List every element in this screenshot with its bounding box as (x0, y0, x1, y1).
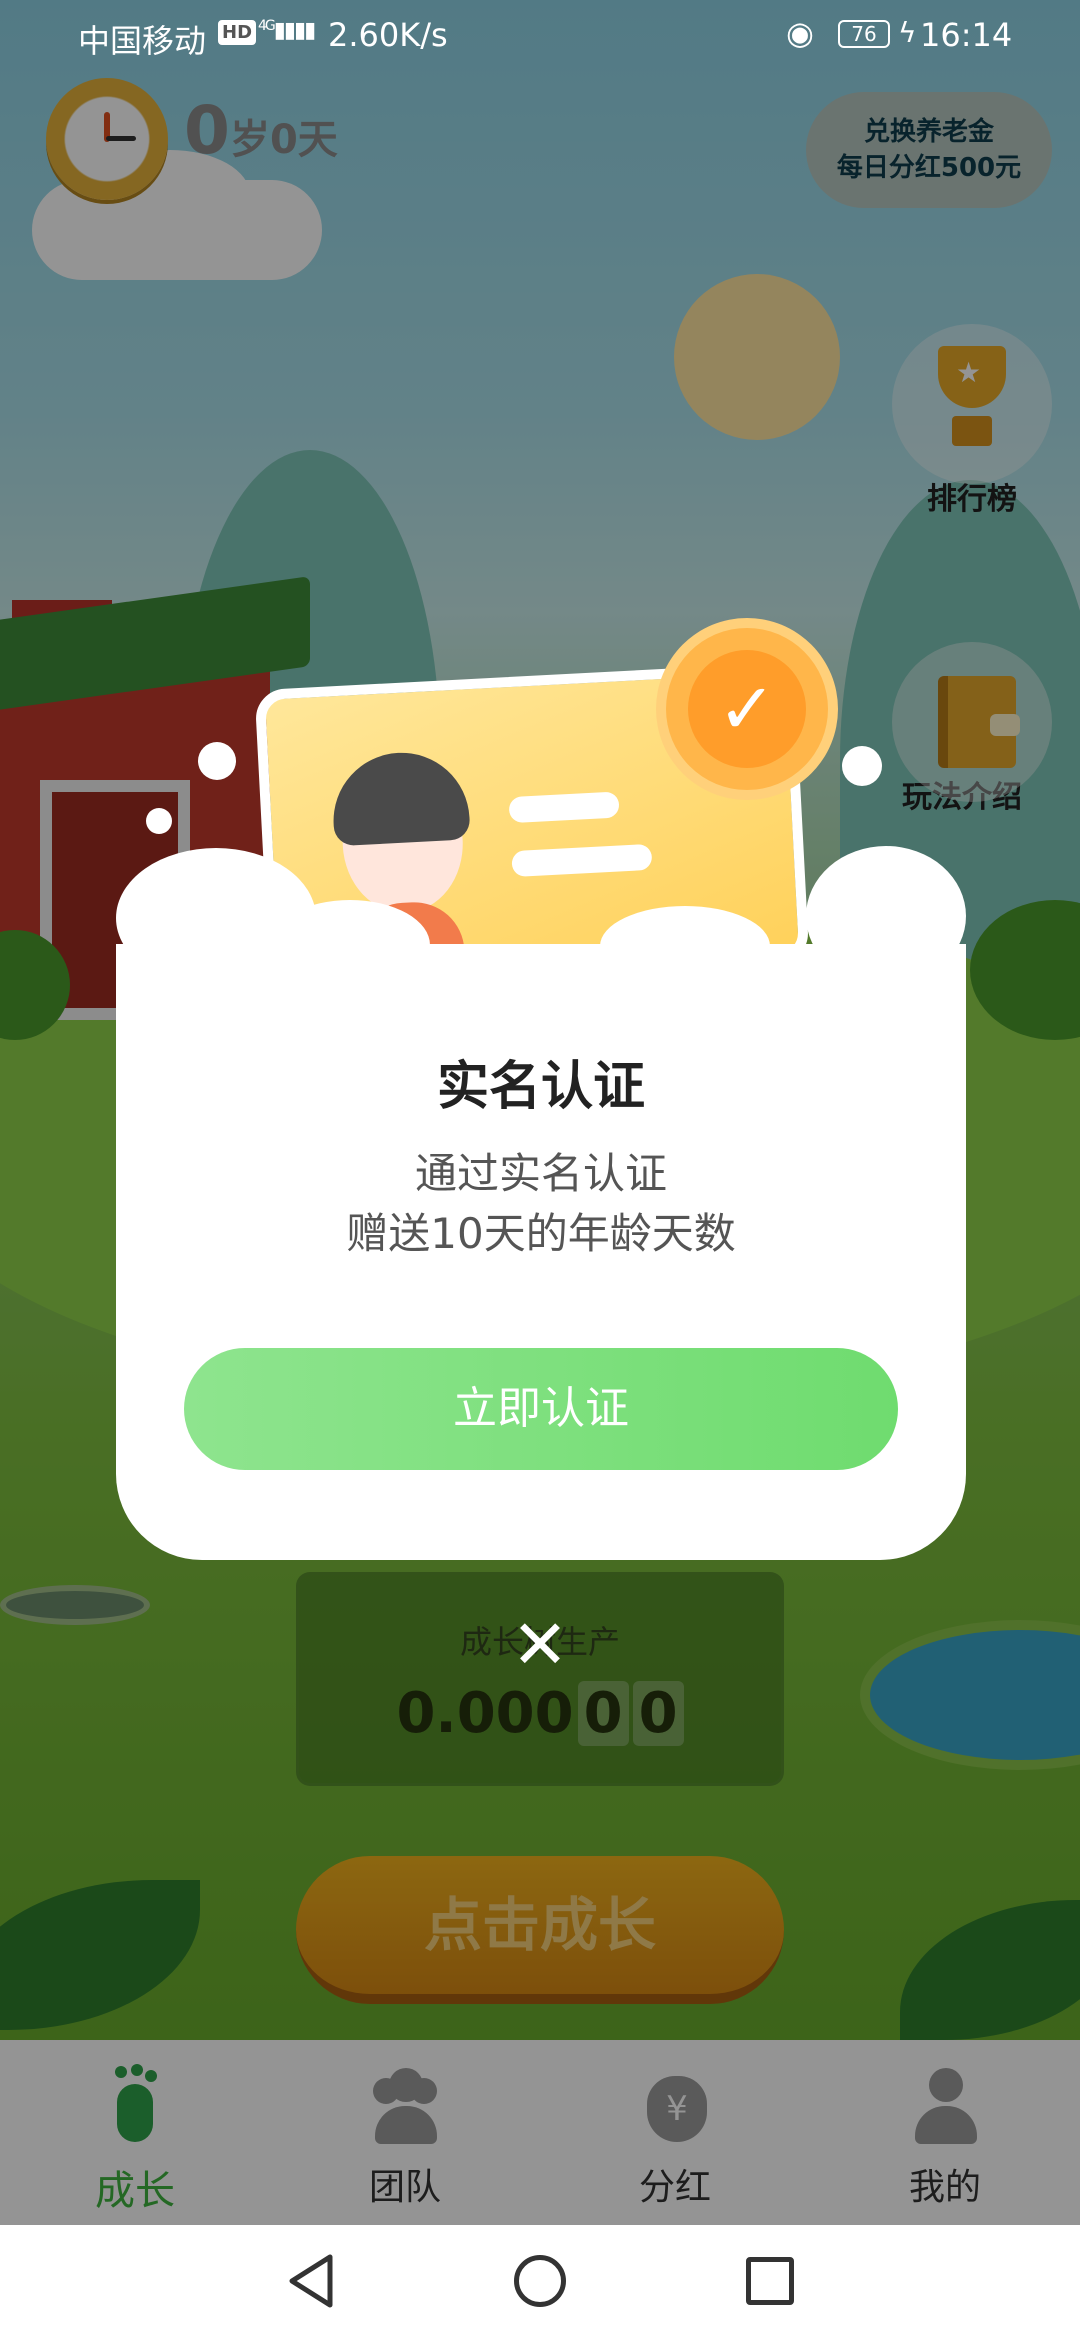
sparkle (842, 746, 882, 786)
hd-badge: HD (218, 20, 257, 45)
check-icon: ✓ (688, 650, 806, 768)
card-text-line (508, 791, 620, 824)
sparkle (198, 742, 236, 780)
charging-icon: ϟ (898, 16, 917, 49)
clock-time: 16:14 (920, 16, 1013, 54)
back-icon[interactable] (284, 2251, 338, 2311)
verify-now-button[interactable]: 立即认证 (184, 1348, 898, 1470)
modal-cloud (270, 900, 430, 990)
battery-icon: 76 (838, 20, 890, 48)
dialog-message-line2: 赠送10天的年龄天数 (346, 1209, 736, 1258)
system-nav-bar (0, 2225, 1080, 2340)
modal-cloud (806, 846, 966, 986)
tab-bar-dim (0, 2040, 1080, 2225)
card-text-line (511, 843, 653, 878)
close-icon[interactable]: ✕ (506, 1612, 574, 1680)
avatar-hair (330, 749, 471, 847)
network-type: 4G (258, 18, 276, 34)
dialog-title: 实名认证 (436, 1057, 645, 1117)
eye-comfort-icon: ◉ (786, 14, 814, 52)
carrier-name: 中国移动 (78, 22, 207, 60)
dialog-message-line1: 通过实名认证 (414, 1149, 667, 1198)
signal-icon: 4G▮▮▮▮ (258, 18, 316, 43)
home-icon[interactable] (514, 2255, 566, 2307)
network-speed: 2.60K/s (328, 16, 448, 54)
modal-cloud (600, 906, 770, 986)
verification-dialog: 实名认证 通过实名认证 赠送10天的年龄天数 立即认证 (116, 944, 966, 1560)
sparkle (146, 808, 172, 834)
verified-badge-icon: ✓ (666, 628, 828, 790)
recent-apps-icon[interactable] (746, 2257, 794, 2305)
status-bar: 中国移动 HD 4G▮▮▮▮ 2.60K/s ◉ 76 ϟ 16:14 (0, 0, 1080, 72)
